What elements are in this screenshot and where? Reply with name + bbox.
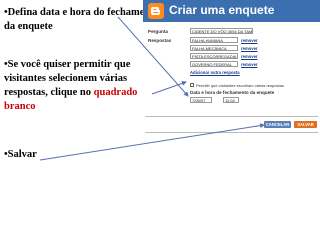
- arrows-overlay: [39, 16, 265, 161]
- arrow-to-closing-date: [117, 16, 189, 97]
- arrow-to-save: [39, 123, 265, 161]
